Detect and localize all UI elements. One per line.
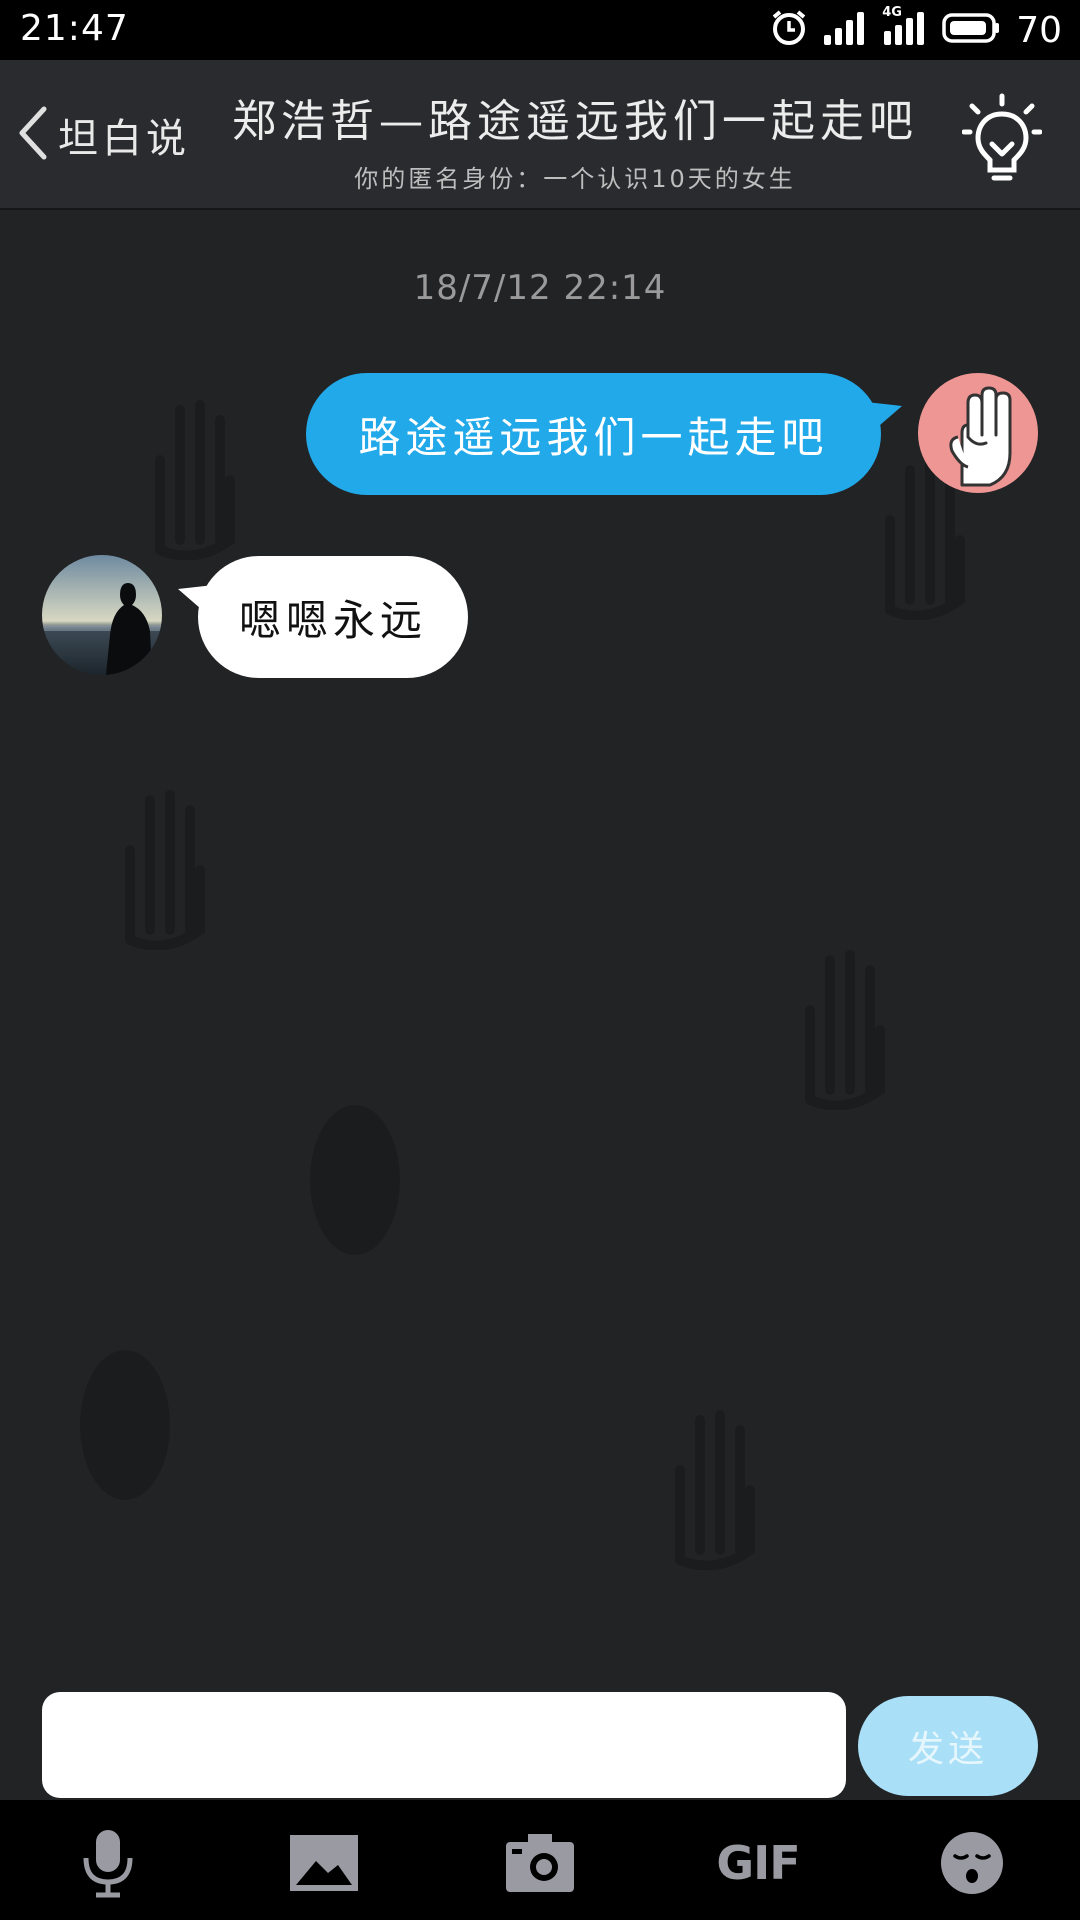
alarm-icon (770, 9, 808, 51)
outgoing-message-bubble[interactable]: 路途遥远我们一起走吧 (306, 373, 881, 495)
composer: 发送 (0, 1680, 1080, 1800)
header-title-group: 郑浩哲—路途遥远我们一起走吧 你的匿名身份：一个认识10天的女生 (215, 85, 935, 194)
input-toolbar: GIF (0, 1800, 1080, 1920)
background-hand-doodle (80, 1350, 170, 1500)
back-button[interactable]: 坦白说 (12, 100, 212, 170)
signal-icon (822, 11, 868, 49)
voice-button[interactable] (68, 1828, 148, 1898)
image-icon (290, 1835, 358, 1891)
battery-icon (942, 12, 1002, 48)
microphone-icon (83, 1830, 133, 1898)
status-icons: 4G 70 (770, 5, 1062, 52)
incoming-message-bubble[interactable]: 嗯嗯永远 (198, 556, 468, 678)
my-avatar[interactable] (918, 373, 1038, 493)
lightbulb-icon (961, 93, 1043, 186)
three-fingers-hand-icon (949, 386, 1012, 487)
page-title: 郑浩哲—路途遥远我们一起走吧 (232, 96, 918, 147)
back-label: 坦白说 (58, 116, 190, 162)
message-timestamp: 18/7/12 22:14 (413, 268, 667, 308)
background-hand-doodle (310, 1105, 400, 1255)
camera-icon (506, 1834, 574, 1892)
bubble-tail (866, 402, 902, 432)
send-button[interactable]: 发送 (858, 1696, 1038, 1796)
chevron-left-icon (12, 101, 52, 169)
background-hand-doodle (805, 950, 885, 1110)
message-input[interactable] (42, 1692, 846, 1798)
camera-button[interactable] (500, 1828, 580, 1898)
chat-area[interactable]: 18/7/12 22:14 路途遥远我们一起走吧 嗯嗯永远 (0, 210, 1080, 1680)
gif-icon: GIF (716, 1836, 800, 1890)
background-hand-doodle (125, 790, 205, 950)
image-button[interactable] (284, 1828, 364, 1898)
incoming-message-text: 嗯嗯永远 (238, 595, 427, 645)
contact-avatar[interactable] (42, 555, 162, 675)
hint-button[interactable] (961, 92, 1043, 182)
battery-level: 70 (1016, 9, 1062, 51)
outgoing-message-text: 路途遥远我们一起走吧 (358, 412, 829, 462)
emoji-button[interactable] (932, 1828, 1012, 1898)
chat-header: 坦白说 郑浩哲—路途遥远我们一起走吧 你的匿名身份：一个认识10天的女生 (0, 60, 1080, 210)
gif-button[interactable]: GIF (716, 1828, 800, 1898)
silhouette-photo-avatar (42, 555, 162, 675)
emoji-icon (941, 1832, 1003, 1894)
background-hand-doodle (155, 400, 235, 560)
anonymous-identity: 你的匿名身份：一个认识10天的女生 (354, 165, 796, 193)
status-bar: 21:47 4G 70 (0, 0, 1080, 60)
status-time: 21:47 (20, 8, 129, 49)
background-hand-doodle (675, 1410, 755, 1570)
signal-4g-icon: 4G (882, 5, 928, 49)
